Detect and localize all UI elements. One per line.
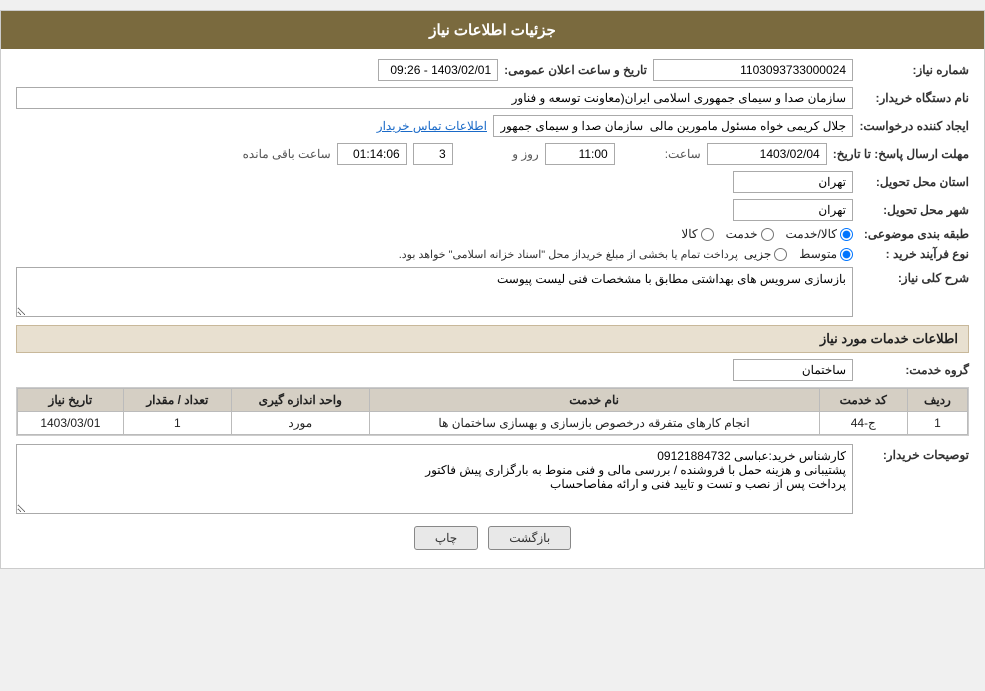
deadline-date-input: [707, 143, 827, 165]
deadline-remaining-label: ساعت باقی مانده: [243, 147, 331, 161]
city-input: [733, 199, 853, 221]
deadline-days-input: [413, 143, 453, 165]
category-radio-group: کالا/خدمت خدمت کالا: [681, 227, 853, 241]
province-label: استان محل تحویل:: [859, 175, 969, 189]
col-row: ردیف: [907, 389, 967, 412]
date-input[interactable]: [378, 59, 498, 81]
cell-unit: مورد: [232, 412, 369, 435]
deadline-days-label: روز و: [459, 147, 539, 161]
service-group-input: [733, 359, 853, 381]
province-input: [733, 171, 853, 193]
table-row: 1 ج-44 انجام کارهای متفرقه درخصوص بازساز…: [18, 412, 968, 435]
services-section-title: اطلاعات خدمات مورد نیاز: [16, 325, 969, 353]
process-label-jozii: جزیی: [744, 247, 771, 261]
description-label: شرح کلی نیاز:: [859, 267, 969, 285]
need-number-input[interactable]: [653, 59, 853, 81]
cell-name: انجام کارهای متفرقه درخصوص بازسازی و بهس…: [369, 412, 819, 435]
need-number-label: شماره نیاز:: [859, 63, 969, 77]
process-label: نوع فرآیند خرید :: [859, 247, 969, 261]
page-header: جزئیات اطلاعات نیاز: [1, 11, 984, 49]
deadline-time-input: [545, 143, 615, 165]
buttons-row: بازگشت چاپ: [16, 526, 969, 550]
category-option-kala-khadamat[interactable]: کالا/خدمت: [786, 227, 853, 241]
cell-row: 1: [907, 412, 967, 435]
deadline-remaining-input: [337, 143, 407, 165]
process-radio-motavaset[interactable]: [840, 248, 853, 261]
process-radio-jozii[interactable]: [774, 248, 787, 261]
deadline-time-label: ساعت:: [621, 147, 701, 161]
process-option-motavaset[interactable]: متوسط: [799, 247, 853, 261]
col-name: نام خدمت: [369, 389, 819, 412]
category-label-khadamat: خدمت: [726, 227, 758, 241]
category-radio-kala[interactable]: [701, 228, 714, 241]
page-title: جزئیات اطلاعات نیاز: [429, 22, 556, 39]
category-radio-kala-khadamat[interactable]: [840, 228, 853, 241]
creator-input: [493, 115, 853, 137]
cell-code: ج-44: [819, 412, 907, 435]
buyer-label: نام دستگاه خریدار:: [859, 91, 969, 105]
back-button[interactable]: بازگشت: [488, 526, 571, 550]
date-label: تاریخ و ساعت اعلان عمومی:: [504, 63, 647, 77]
print-button[interactable]: چاپ: [414, 526, 478, 550]
col-unit: واحد اندازه گیری: [232, 389, 369, 412]
category-radio-khadamat[interactable]: [761, 228, 774, 241]
category-option-khadamat[interactable]: خدمت: [726, 227, 774, 241]
cell-date: 1403/03/01: [18, 412, 124, 435]
category-label-kala-khadamat: کالا/خدمت: [786, 227, 837, 241]
category-label: طبقه بندی موضوعی:: [859, 227, 969, 241]
cell-quantity: 1: [123, 412, 231, 435]
buyer-notes-textarea[interactable]: کارشناس خرید:عباسی 09121884732 پشتیبانی …: [16, 444, 853, 514]
creator-contact-link[interactable]: اطلاعات تماس خریدار: [377, 119, 487, 133]
process-note: پرداخت تمام یا بخشی از مبلغ خریداز محل "…: [399, 248, 738, 261]
services-table-wrapper: ردیف کد خدمت نام خدمت واحد اندازه گیری ت…: [16, 387, 969, 436]
col-quantity: تعداد / مقدار: [123, 389, 231, 412]
buyer-input: [16, 87, 853, 109]
process-label-motavaset: متوسط: [799, 247, 837, 261]
deadline-label: مهلت ارسال پاسخ: تا تاریخ:: [833, 147, 969, 161]
category-label-kala: کالا: [681, 227, 697, 241]
services-table: ردیف کد خدمت نام خدمت واحد اندازه گیری ت…: [17, 388, 968, 435]
description-textarea[interactable]: بازسازی سرویس های بهداشتی مطابق با مشخصا…: [16, 267, 853, 317]
service-group-label: گروه خدمت:: [859, 363, 969, 377]
process-radio-group: متوسط جزیی: [744, 247, 853, 261]
creator-label: ایجاد کننده درخواست:: [859, 119, 969, 133]
col-code: کد خدمت: [819, 389, 907, 412]
col-date: تاریخ نیاز: [18, 389, 124, 412]
city-label: شهر محل تحویل:: [859, 203, 969, 217]
process-option-jozii[interactable]: جزیی: [744, 247, 787, 261]
category-option-kala[interactable]: کالا: [681, 227, 713, 241]
buyer-notes-label: توصیحات خریدار:: [859, 444, 969, 462]
